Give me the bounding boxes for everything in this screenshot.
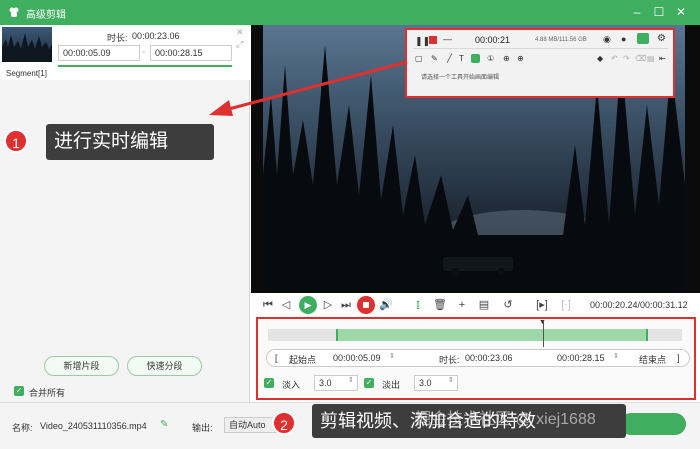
output-label: 输出: [192,423,213,433]
rect-tool-icon[interactable]: ▢ [415,54,423,63]
range-editor: [ 起始点 00:00:05.09 ⇕ 时长: 00:00:23.06 00:0… [266,349,690,367]
record-time: 00:00:21 [475,35,511,45]
copy-icon[interactable]: ▤ [477,298,491,312]
recorder-panel-highlight: ❚❚ — 00:00:21 4.88 MB/111.56 GB ◉ ● ⚙ ▢ … [405,28,675,98]
number-tool-icon[interactable]: ① [487,54,494,63]
title-bar: 高级剪辑 – ☐ ✕ [0,0,700,25]
fade-in-spinner-icon[interactable]: ⇕ [348,376,354,384]
export-button[interactable] [620,413,686,435]
playback-toolbar: ⏮ ◁ ▶ ▷ ⏭ 🔊 ⫾ 🗑 + ▤ ↺ [▸] [·] 00:00:20.2… [251,293,700,317]
app-logo-icon [9,7,19,17]
add-tool-icon[interactable]: ⊕ [517,54,524,63]
trash-icon[interactable]: 🗑 [433,298,447,312]
window-title: 高级剪辑 [26,10,66,21]
pause-icon[interactable]: ❚❚ [415,36,430,47]
segment-close-icon[interactable]: ✕ [236,27,244,38]
play-button[interactable]: ▶ [299,296,317,314]
skip-start-icon[interactable]: ⏮ [261,298,275,312]
quick-split-button[interactable]: 快速分段 [127,356,202,376]
undo-icon[interactable]: ↶ [611,54,618,63]
stop-record-icon[interactable] [429,36,437,44]
step-forward-icon[interactable]: ▷ [321,298,335,312]
end-point-label[interactable]: 结束点 [639,353,666,366]
file-name: Video_240531110356.mp4 [40,421,147,431]
timeline-selection[interactable] [336,329,648,341]
segment-duration-label: 时长: [107,33,128,43]
editor-duration-label: 时长: [439,355,460,365]
pen-tool-icon[interactable]: ✎ [431,54,438,63]
mark-in-icon[interactable]: [▸] [535,298,549,312]
segment-expand-icon[interactable]: ⤢ [236,39,243,50]
fade-out-value: 3.0 [419,378,432,388]
segment-end-value: 00:00:28.15 [155,48,203,58]
fade-in-checkbox[interactable]: ✓ [264,378,274,388]
step-1-callout: 进行实时编辑 [46,124,214,160]
fade-in-value: 3.0 [319,378,332,388]
text-tool-icon[interactable]: T [459,54,464,63]
settings-icon[interactable]: ⚙ [657,33,666,44]
mark-out-icon[interactable]: [·] [559,298,573,312]
step-1-badge: 1 [4,129,28,153]
maximize-icon[interactable]: ☐ [652,5,666,19]
webcam-icon[interactable]: ● [621,34,626,44]
stop-button[interactable] [357,296,375,314]
start-spinner-icon[interactable]: ⇕ [389,352,395,360]
add-icon[interactable]: + [455,298,469,312]
tool-hint: 请选择一个工具开始画面编辑 [421,75,500,81]
editor-highlight: ▼ [ 起始点 00:00:05.09 ⇕ 时长: 00:00:23.06 00… [256,317,696,400]
exit-icon[interactable]: ⇤ [659,54,666,63]
merge-all-checkbox[interactable]: ✓ [14,386,24,396]
segment-name: Segment[1] [6,69,47,78]
volume-icon[interactable]: 🔊 [379,298,393,312]
arrow-annotation [209,60,408,116]
segment-start-input[interactable]: 00:00:05.09 [58,45,140,61]
redo-icon[interactable]: ↷ [623,54,630,63]
close-icon[interactable]: ✕ [674,5,688,19]
edit-name-icon[interactable]: ✎ [160,419,168,430]
segment-start-value: 00:00:05.09 [63,48,111,58]
start-point-input[interactable]: 00:00:05.09 [333,353,381,363]
step-2-badge: 2 [272,411,296,435]
new-segment-button[interactable]: 新增片段 [44,356,119,376]
playback-time: 00:00:20.24/00:00:31.12 [590,300,688,310]
edit-toolbar-icon[interactable] [637,33,649,44]
bracket-left: [ [275,353,278,363]
merge-all-label: 合并所有 [29,388,66,398]
line-tool-icon[interactable]: ╱ [447,54,452,63]
camera-icon[interactable]: ◉ [603,34,611,45]
collapse-icon[interactable]: — [443,34,452,44]
segment-thumbnail [2,27,52,62]
bracket-right: ] [677,353,680,363]
fade-out-checkbox[interactable]: ✓ [364,378,374,388]
start-point-label[interactable]: 起始点 [289,353,316,366]
fade-in-label: 淡入 [282,380,301,390]
editor-duration-value: 00:00:23.06 [465,353,513,363]
segment-duration-value: 00:00:23.06 [132,31,180,41]
minimize-icon[interactable]: – [630,5,644,19]
end-point-input[interactable]: 00:00:28.15 [557,353,605,363]
range-separator: - [142,47,146,58]
panel-divider [413,48,668,49]
output-value: 自动Auto [229,420,266,430]
skip-end-icon[interactable]: ⏭ [339,298,353,312]
step-back-icon[interactable]: ◁ [279,298,293,312]
split-icon[interactable]: ⫾ [411,298,425,312]
fade-out-label: 淡出 [382,380,401,390]
storage-info: 4.88 MB/111.56 GB [535,37,587,43]
highlight-tool-icon[interactable] [471,54,480,63]
delete-icon[interactable]: ▤ [647,54,655,63]
playhead-marker-icon[interactable]: ▼ [539,319,546,326]
fade-out-spinner-icon[interactable]: ⇕ [448,376,454,384]
segment-end-input[interactable]: 00:00:28.15 [150,45,232,61]
name-label: 名称: [12,423,33,433]
reset-icon[interactable]: ↺ [501,298,515,312]
clear-icon[interactable]: ⌫ [635,54,646,63]
end-spinner-icon[interactable]: ⇕ [613,352,619,360]
watermark: 掘金技术社区 @ xiej1688 [415,411,596,428]
mosaic-tool-icon[interactable]: ⊕ [503,54,510,63]
eraser-icon[interactable]: ◆ [597,54,603,63]
